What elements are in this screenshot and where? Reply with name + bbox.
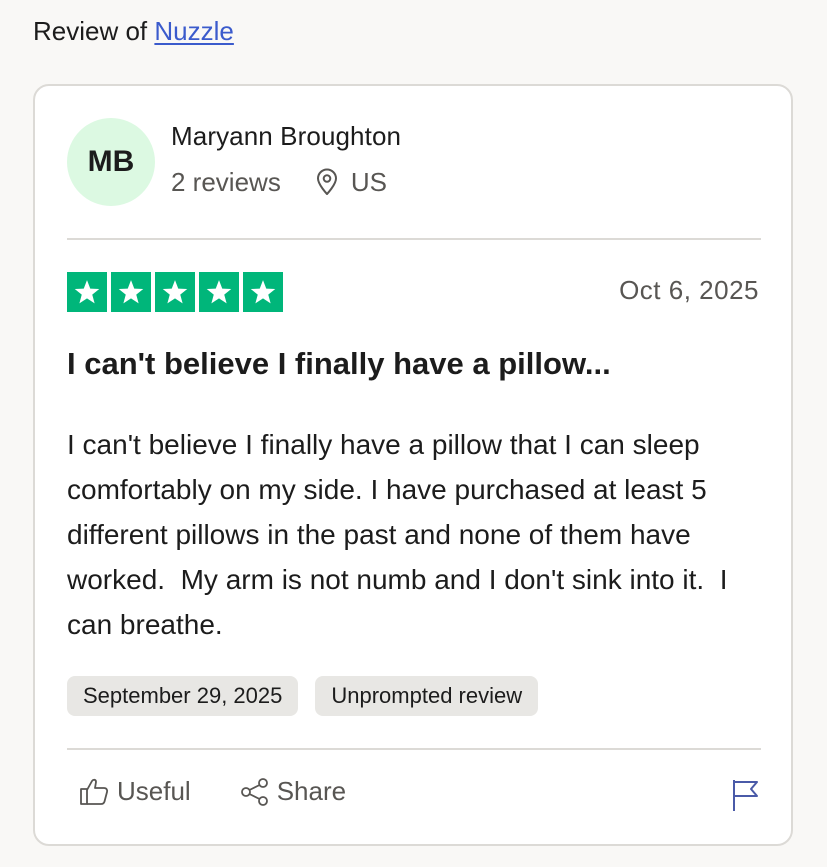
unprompted-review-tag[interactable]: Unprompted review [315,676,539,716]
review-tags: September 29, 2025 Unprompted review [67,676,555,716]
star-rating [67,272,287,312]
avatar[interactable]: MB [67,118,155,206]
review-actions: Useful Share [79,776,346,807]
reviews-count: 2 reviews [171,167,281,197]
flag-icon [733,780,758,811]
review-of-label: Review of [33,16,148,46]
share-button[interactable]: Share [239,776,346,807]
star-icon [155,272,195,312]
star-icon [111,272,151,312]
report-button[interactable] [731,778,761,817]
review-card: MB Maryann Broughton 2 reviews US Oct 6,… [33,84,793,846]
reviewer-location: US [315,166,387,198]
useful-button[interactable]: Useful [79,776,191,807]
review-title[interactable]: I can't believe I finally have a pillow.… [67,344,611,384]
page-heading: Review of Nuzzle [33,14,234,48]
reviewer-name[interactable]: Maryann Broughton [171,120,401,152]
review-body: I can't believe I finally have a pillow … [67,429,736,640]
thumbs-up-icon [80,778,109,805]
star-icon [199,272,239,312]
star-icon [243,272,283,312]
share-label: Share [276,776,347,806]
date-of-experience-tag: September 29, 2025 [67,676,299,716]
company-link[interactable]: Nuzzle [154,16,233,46]
share-icon [240,777,268,806]
location-label: US [350,167,387,197]
divider [67,748,761,750]
review-date: Oct 6, 2025 [619,275,759,305]
reviewer-meta: 2 reviews US [171,166,387,198]
useful-label: Useful [117,776,191,806]
location-pin-icon [316,168,337,195]
star-icon [67,272,107,312]
divider [67,238,761,240]
